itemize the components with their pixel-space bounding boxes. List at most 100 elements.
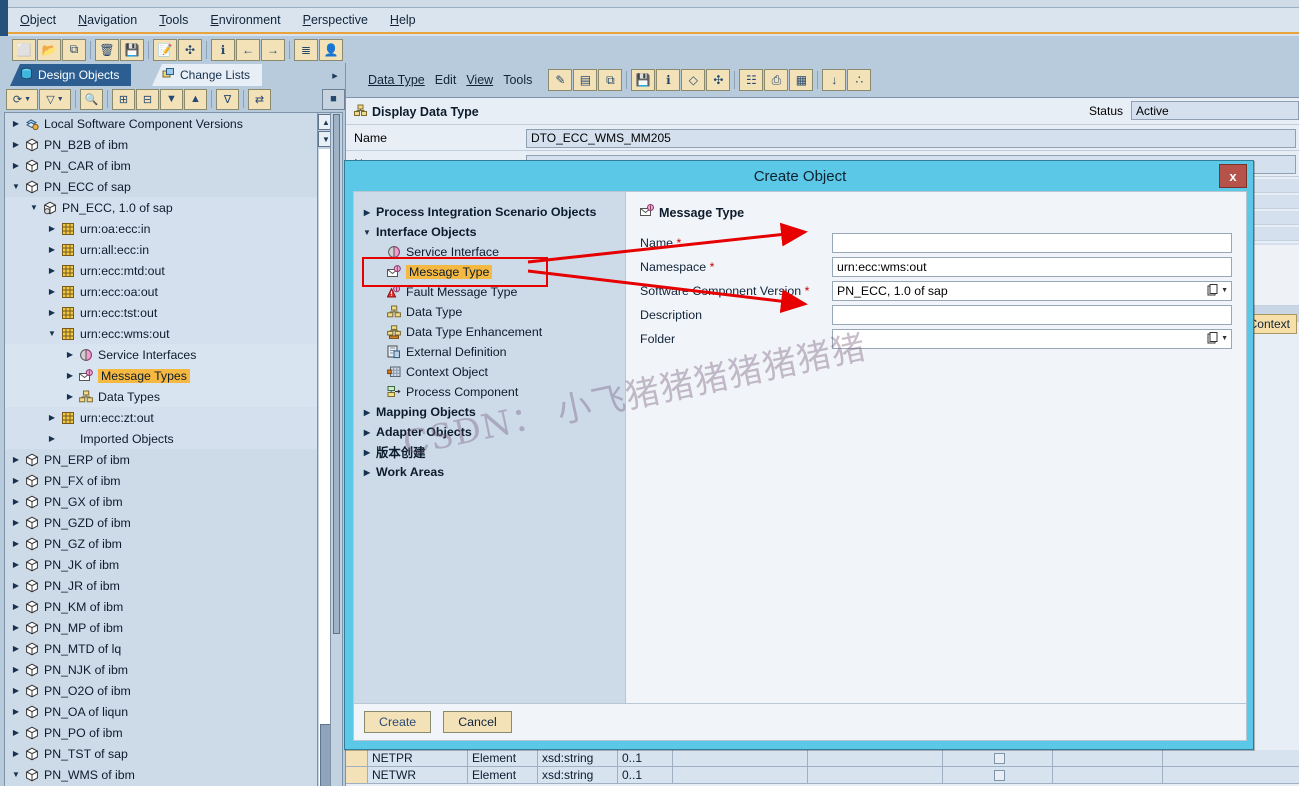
tree-item-pn-ecc-of-sap[interactable]: ▼ PN_ECC of sap <box>5 176 317 197</box>
tree-item-urn-ecc-zt-out[interactable]: ▶ urn:ecc:zt:out <box>5 407 317 428</box>
tree-item-pn-njk-of-ibm[interactable]: ▶ PN_NJK of ibm <box>5 659 317 680</box>
table-row[interactable]: NETPR Element xsd:string 0..1 <box>346 750 1299 767</box>
tree-outer-scrollbar[interactable] <box>330 112 343 786</box>
info-icon[interactable]: ℹ <box>656 69 681 91</box>
dialog-tree-item-external-definition[interactable]: External Definition <box>354 342 625 362</box>
tree-item-pn-po-of-ibm[interactable]: ▶ PN_PO of ibm <box>5 722 317 743</box>
dialog-tree-twisty-icon[interactable]: ▼ <box>360 228 374 237</box>
filter-apply-icon[interactable]: ∇ <box>216 88 239 110</box>
find-icon[interactable]: 🔍 <box>80 88 103 110</box>
tree-twisty-icon[interactable]: ▶ <box>45 287 59 296</box>
tree-twisty-icon[interactable]: ▶ <box>9 644 23 653</box>
menu-item-help[interactable]: Help <box>390 13 416 27</box>
tree-twisty-icon[interactable]: ▶ <box>9 623 23 632</box>
activate-icon[interactable]: 📝 <box>153 38 177 61</box>
sync-icon[interactable]: ⇄ <box>248 88 271 110</box>
tree-twisty-icon[interactable]: ▶ <box>9 665 23 674</box>
tree-twisty-icon[interactable]: ▶ <box>45 245 59 254</box>
form-input-description[interactable] <box>832 304 1232 325</box>
tree-twisty-icon[interactable]: ▼ <box>9 770 23 779</box>
tree-twisty-icon[interactable]: ▶ <box>9 581 23 590</box>
delete-trash-icon[interactable]: 🗑 <box>95 38 119 61</box>
outer-scroll-thumb[interactable] <box>333 114 340 634</box>
tree-item-pn-km-of-ibm[interactable]: ▶ PN_KM of ibm <box>5 596 317 617</box>
dialog-tree-item-data-type-enhancement[interactable]: Data Type Enhancement <box>354 322 625 342</box>
dialog-tree-item-mapping-objects[interactable]: ▶ Mapping Objects <box>354 402 625 422</box>
forward-icon[interactable]: → <box>261 38 285 61</box>
value-help-icon[interactable]: ▼ <box>1207 282 1230 300</box>
tree-item-urn-all-ecc-in[interactable]: ▶ urn:all:ecc:in <box>5 239 317 260</box>
tree-item-pn-gz-of-ibm[interactable]: ▶ PN_GZ of ibm <box>5 533 317 554</box>
dialog-tree-item-context-object[interactable]: Context Object <box>354 362 625 382</box>
form-input-software-component-version[interactable]: PN_ECC, 1.0 of sap ▼ <box>832 280 1232 301</box>
copy-icon[interactable]: ⧉ <box>62 38 86 61</box>
history-icon[interactable]: ☷ <box>739 69 764 91</box>
row-checkbox-cell[interactable] <box>943 767 1053 783</box>
tree-twisty-icon[interactable]: ▶ <box>9 686 23 695</box>
menu-item-tools[interactable]: Tools <box>159 13 188 27</box>
tree-item-message-types[interactable]: ▶ Message Types <box>5 365 317 386</box>
tree-twisty-icon[interactable]: ▶ <box>63 371 77 380</box>
dependencies-icon[interactable]: ∴ <box>847 69 872 91</box>
tree-item-local-software-component-versions[interactable]: ▶ Local Software Component Versions <box>5 113 317 134</box>
dialog-tree-item-fault-message-type[interactable]: Fault Message Type <box>354 282 625 302</box>
expand-node-icon[interactable]: ▼ <box>160 88 183 110</box>
tree-item-urn-ecc-mtd-out[interactable]: ▶ urn:ecc:mtd:out <box>5 260 317 281</box>
tree-item-urn-oa-ecc-in[interactable]: ▶ urn:oa:ecc:in <box>5 218 317 239</box>
form-input-name[interactable] <box>832 232 1232 253</box>
editor-menu-tools[interactable]: Tools <box>503 73 532 87</box>
dialog-tree-twisty-icon[interactable]: ▶ <box>360 428 374 437</box>
tree-twisty-icon[interactable]: ▶ <box>9 497 23 506</box>
editor-menu-data-type[interactable]: Data Type <box>368 73 425 87</box>
menu-item-perspective[interactable]: Perspective <box>303 13 368 27</box>
new-icon[interactable]: ⬜ <box>12 38 36 61</box>
tree-item-pn-car-of-ibm[interactable]: ▶ PN_CAR of ibm <box>5 155 317 176</box>
tree-twisty-icon[interactable]: ▶ <box>45 266 59 275</box>
tree-twisty-icon[interactable]: ▶ <box>9 728 23 737</box>
stop-icon[interactable]: ■ <box>322 88 345 110</box>
checkbox-icon[interactable] <box>994 752 1005 764</box>
dialog-tree-twisty-icon[interactable]: ▶ <box>360 468 374 477</box>
create-button[interactable]: Create <box>364 711 432 733</box>
dialog-tree-item-message-type[interactable]: Message Type <box>354 262 625 282</box>
tree-twisty-icon[interactable]: ▶ <box>9 749 23 758</box>
tree-twisty-icon[interactable]: ▶ <box>9 476 23 485</box>
outer-scroll-track[interactable] <box>332 114 341 786</box>
dialog-tree-item-adapter-objects[interactable]: ▶ Adapter Objects <box>354 422 625 442</box>
tree-item-imported-objects[interactable]: ▶ Imported Objects <box>5 428 317 449</box>
checkbox-icon[interactable] <box>994 769 1005 781</box>
dialog-tree-twisty-icon[interactable]: ▶ <box>360 448 374 457</box>
tree-twisty-icon[interactable]: ▶ <box>9 518 23 527</box>
open-folder-icon[interactable]: 📂 <box>37 38 61 61</box>
tree-item-pn-tst-of-sap[interactable]: ▶ PN_TST of sap <box>5 743 317 764</box>
save-object-icon[interactable]: 💾 <box>631 69 656 91</box>
dialog-tree-twisty-icon[interactable]: ▶ <box>360 208 374 217</box>
dialog-tree-twisty-icon[interactable]: ▶ <box>360 408 374 417</box>
tree-twisty-icon[interactable]: ▶ <box>45 434 59 443</box>
tree-item-pn-wms-of-ibm[interactable]: ▼ PN_WMS of ibm <box>5 764 317 785</box>
tree-twisty-icon[interactable]: ▶ <box>63 350 77 359</box>
cancel-button[interactable]: Cancel <box>443 711 512 733</box>
tree-twisty-icon[interactable]: ▶ <box>45 413 59 422</box>
copy-object-icon[interactable]: ⧉ <box>598 69 623 91</box>
expand-all-icon[interactable]: ⊞ <box>112 88 135 110</box>
tree-item-pn-b2b-of-ibm[interactable]: ▶ PN_B2B of ibm <box>5 134 317 155</box>
where-used-icon[interactable]: ✣ <box>178 38 202 61</box>
close-icon[interactable]: x <box>1219 164 1247 188</box>
filter-icon[interactable]: ▽ ▼ <box>39 88 71 110</box>
save-icon[interactable]: 💾 <box>120 38 144 61</box>
collapse-node-icon[interactable]: ▲ <box>184 88 207 110</box>
tree-item-pn-o2o-of-ibm[interactable]: ▶ PN_O2O of ibm <box>5 680 317 701</box>
table-row[interactable]: NETWR Element xsd:string 0..1 <box>346 767 1299 784</box>
refresh-icon[interactable]: ⟳ ▼ <box>6 88 38 110</box>
table-view-icon[interactable]: ▦ <box>789 69 814 91</box>
tree-twisty-icon[interactable]: ▶ <box>9 707 23 716</box>
tree-twisty-icon[interactable]: ▶ <box>9 602 23 611</box>
tree-item-service-interfaces[interactable]: ▶ Service Interfaces <box>5 344 317 365</box>
display-icon[interactable]: ▤ <box>573 69 598 91</box>
menu-item-navigation[interactable]: Navigation <box>78 13 137 27</box>
object-tree[interactable]: ▶ Local Software Component Versions ▶ PN_B2… <box>4 112 317 786</box>
editor-menu-edit[interactable]: Edit <box>435 73 457 87</box>
dialog-tree-item-process-integration-scenario-objects[interactable]: ▶ Process Integration Scenario Objects <box>354 202 625 222</box>
object-info-icon[interactable]: ℹ <box>211 38 235 61</box>
